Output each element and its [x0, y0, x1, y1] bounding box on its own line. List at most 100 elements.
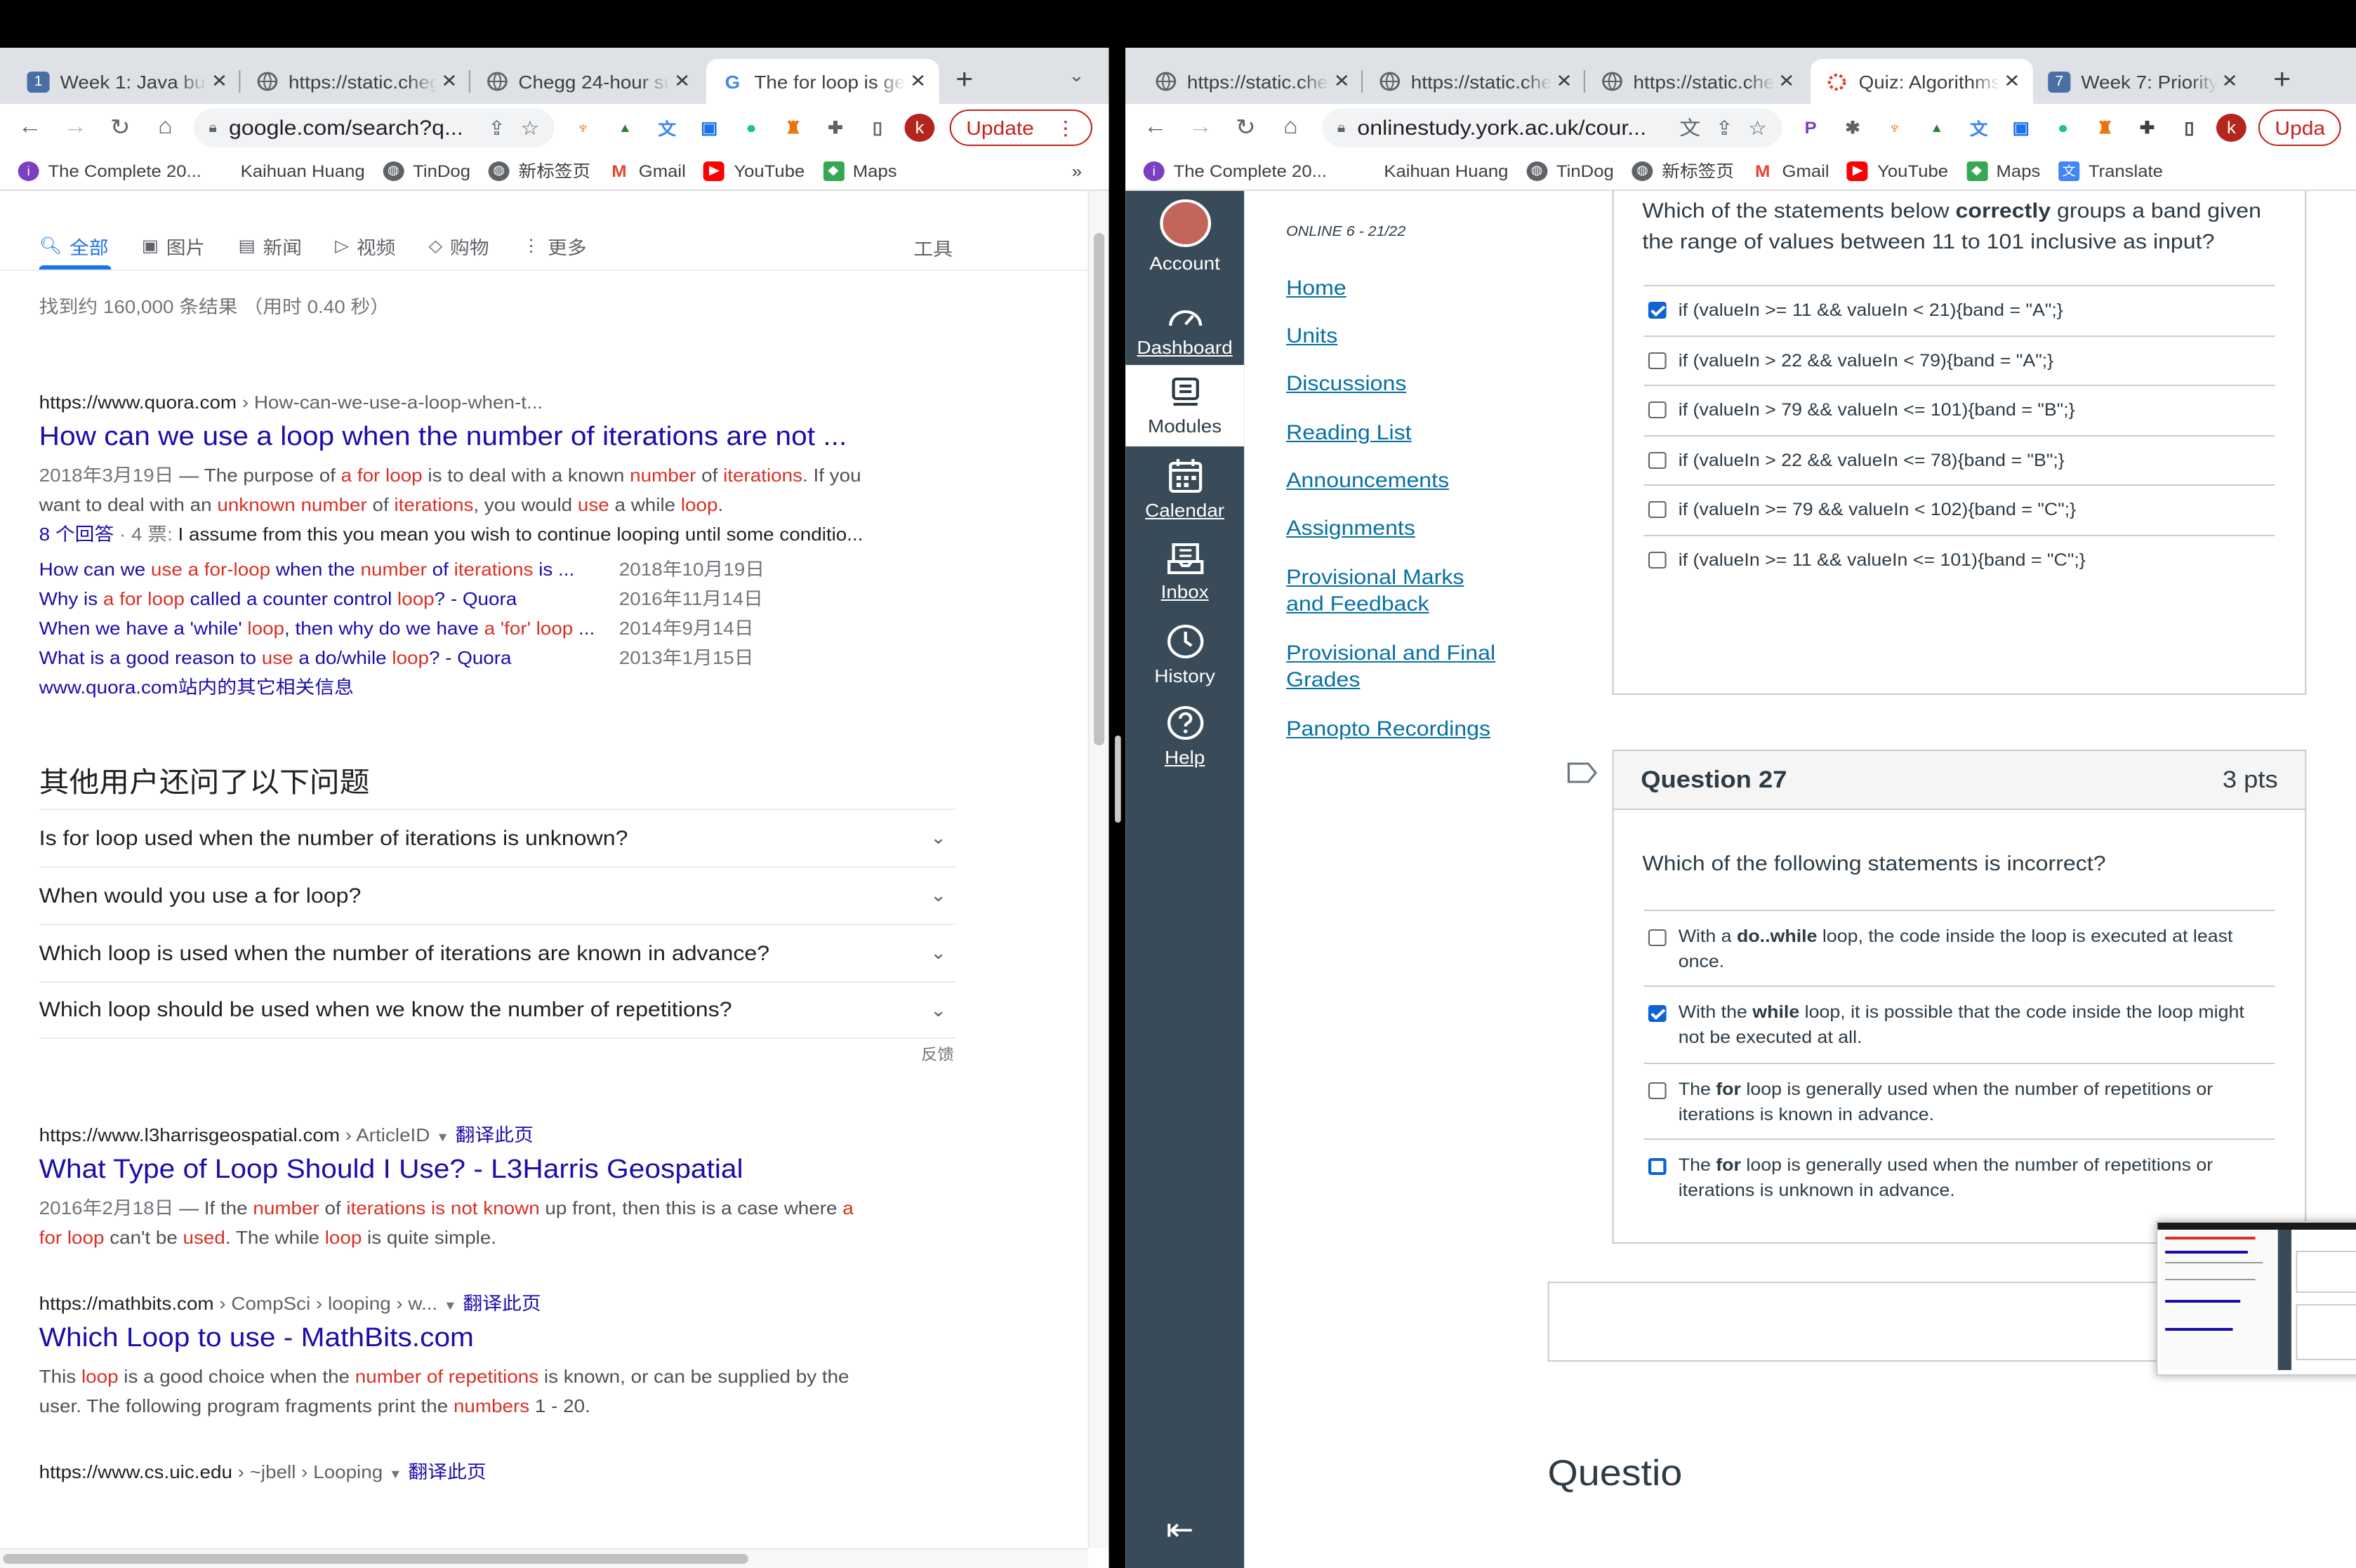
answer-option[interactable]: With the while loop, it is possible that… [1643, 985, 2275, 1062]
bookmark-kaihuan[interactable]: Kaihuan Huang [241, 161, 365, 180]
nav-calendar[interactable]: Calendar [1125, 458, 1244, 521]
tools-button[interactable]: 工具 [913, 234, 953, 261]
share-icon[interactable]: ⇪ [1716, 116, 1733, 140]
answer-option[interactable]: if (valueIn >= 79 && valueIn < 102){band… [1643, 484, 2275, 533]
close-icon[interactable]: ✕ [2000, 70, 2024, 93]
course-link-assignments[interactable]: Assignments [1286, 515, 1415, 542]
tab-news[interactable]: ▤ 新闻 [238, 232, 302, 260]
bookmark-complete[interactable]: i The Complete 20... [18, 161, 201, 180]
bookmark-star-icon[interactable]: ☆ [1748, 116, 1767, 140]
bookmark-tindog[interactable]: ◍ TinDog [383, 161, 470, 180]
answer-option[interactable]: if (valueIn > 79 && valueIn <= 101){band… [1643, 385, 2275, 434]
nav-modules[interactable]: Modules [1125, 365, 1245, 446]
course-link-discussions[interactable]: Discussions [1286, 371, 1406, 397]
result-cite[interactable]: https://www.l3harrisgeospatial.com › Art… [39, 1120, 881, 1148]
tab-google-search[interactable]: G The for loop is ge ✕ [706, 59, 939, 104]
tab-shopping[interactable]: ◇ 购物 [428, 232, 489, 260]
new-tab-icon[interactable]: + [955, 65, 973, 97]
back-icon[interactable]: ← [1133, 115, 1178, 140]
paa-question[interactable]: Which loop should be used when we know t… [39, 981, 956, 1039]
html-extension-icon[interactable]: ▲ [609, 114, 642, 142]
sub-result[interactable]: What is a good reason to use a do/while … [39, 643, 881, 672]
sub-result[interactable]: Why is a for loop called a counter contr… [39, 584, 881, 613]
answer-checkbox[interactable] [1648, 1157, 1667, 1175]
bookmark-star-icon[interactable]: ☆ [520, 116, 539, 140]
translate-extension-icon[interactable]: 文 [1962, 114, 1995, 142]
bookmark-maps[interactable]: ◆ Maps [1966, 161, 2040, 180]
paa-question[interactable]: Which loop is used when the number of it… [39, 924, 956, 981]
address-bar[interactable]: 🔒︎ onlinestudy.york.ac.uk/cour... 文 ⇪ ☆ [1322, 108, 1782, 147]
horizontal-scrollbar[interactable] [0, 1548, 1088, 1568]
bookmark-newtab[interactable]: ◍ 新标签页 [1632, 159, 1734, 182]
result-cite[interactable]: https://www.cs.uic.edu › ~jbell › Loopin… [39, 1457, 487, 1485]
course-link-units[interactable]: Units [1286, 323, 1337, 350]
bookmark-maps[interactable]: ◆ Maps [822, 161, 897, 180]
side-panel-icon[interactable]: ▯ [2173, 114, 2206, 142]
bookmark-complete[interactable]: i The Complete 20... [1143, 161, 1327, 180]
answer-checkbox[interactable] [1648, 501, 1667, 518]
tab-images[interactable]: ▣ 图片 [142, 232, 206, 260]
answer-option[interactable]: With a do..while loop, the code inside t… [1643, 910, 2275, 985]
home-icon[interactable]: ⌂ [1268, 115, 1313, 140]
translate-page-icon[interactable]: 文 [1679, 114, 1700, 142]
translate-link[interactable]: 翻译此页 [456, 1124, 534, 1145]
home-icon[interactable]: ⌂ [143, 115, 187, 140]
tab-static-chegg[interactable]: https://static.chegg ✕ [1585, 59, 1808, 104]
answer-option[interactable]: if (valueIn >= 11 && valueIn <= 101){ban… [1643, 534, 2275, 583]
close-icon[interactable]: ✕ [670, 70, 694, 93]
extension-tree-icon[interactable]: ♆ [567, 114, 600, 142]
tab-static-chegg[interactable]: https://static.chegg ✕ [1139, 59, 1363, 104]
nav-inbox[interactable]: Inbox [1125, 542, 1244, 602]
bug-extension-icon[interactable]: ✱ [1836, 114, 1869, 142]
result-title-link[interactable]: What Type of Loop Should I Use? - L3Harr… [39, 1155, 881, 1193]
more-results-link[interactable]: www.quora.com站内的其它相关信息 [39, 672, 881, 702]
tab-static-chegg[interactable]: https://static.chegg ✕ [1363, 59, 1586, 104]
new-tab-icon[interactable]: + [2273, 65, 2291, 97]
answer-checkbox[interactable] [1648, 401, 1667, 418]
scroll-thumb[interactable] [3, 1554, 748, 1564]
result-cite[interactable]: https://www.quora.com › How-can-we-use-a… [39, 387, 881, 416]
translate-link[interactable]: 翻译此页 [408, 1461, 486, 1482]
kebab-menu-icon[interactable]: ⋮ [1055, 116, 1076, 140]
dropdown-triangle-icon[interactable]: ▼ [389, 1467, 402, 1481]
bookmark-tindog[interactable]: ◍ TinDog [1526, 161, 1614, 180]
p-badge-extension-icon[interactable]: P [1794, 114, 1827, 142]
profile-avatar[interactable]: k [2216, 114, 2246, 142]
bookmark-youtube[interactable]: ▶ YouTube [1847, 161, 1948, 180]
tab-chegg-support[interactable]: Chegg 24-hour sup ✕ [470, 59, 703, 104]
robot-extension-icon[interactable]: ♜ [2089, 114, 2122, 142]
flag-question-icon[interactable] [1567, 762, 1598, 783]
sub-result[interactable]: How can we use a for-loop when the numbe… [39, 554, 881, 584]
bookmark-kaihuan[interactable]: Kaihuan Huang [1384, 161, 1508, 180]
grammarly-icon[interactable]: ● [735, 114, 768, 142]
course-link-home[interactable]: Home [1286, 275, 1346, 302]
extension-tree-icon[interactable]: ♆ [1878, 114, 1911, 142]
close-icon[interactable]: ✕ [906, 70, 930, 93]
answer-checkbox[interactable] [1648, 451, 1667, 468]
back-icon[interactable]: ← [8, 115, 53, 140]
bookmark-translate[interactable]: 文 Translate [2058, 161, 2163, 180]
answer-checkbox[interactable] [1648, 302, 1667, 319]
profile-avatar[interactable]: k [904, 114, 935, 142]
paa-question[interactable]: When would you use a for loop? ⌄ [39, 866, 956, 924]
close-icon[interactable]: ✕ [1552, 70, 1576, 93]
answers-link[interactable]: 8 个回答 [39, 524, 114, 545]
answer-option[interactable]: if (valueIn >= 11 && valueIn < 21){band … [1643, 285, 2275, 334]
answer-checkbox[interactable] [1648, 1082, 1667, 1099]
close-icon[interactable]: ✕ [207, 70, 231, 93]
bookmark-gmail[interactable]: M Gmail [608, 161, 686, 180]
nav-help[interactable]: Help [1125, 705, 1244, 768]
answer-option[interactable]: if (valueIn > 22 && valueIn <= 78){band … [1643, 434, 2275, 484]
robot-extension-icon[interactable]: ♜ [777, 114, 810, 142]
course-link-grades[interactable]: Provisional and Final Grades [1286, 640, 1511, 693]
bookmark-newtab[interactable]: ◍ 新标签页 [488, 159, 590, 182]
course-link-reading-list[interactable]: Reading List [1286, 420, 1411, 446]
tab-quiz-algorithms[interactable]: Quiz: Algorithms ✕ [1811, 59, 2033, 104]
close-icon[interactable]: ✕ [1330, 70, 1354, 93]
vertical-scrollbar[interactable] [1087, 191, 1109, 1548]
tab-all[interactable]: 🔍︎ 全部 [39, 232, 109, 260]
puzzle-badge-icon[interactable]: ▣ [693, 114, 726, 142]
puzzle-badge-icon[interactable]: ▣ [2004, 114, 2037, 142]
tab-week7[interactable]: 7 Week 7: Priority q ✕ [2033, 59, 2251, 104]
result-title-link[interactable]: Which Loop to use - MathBits.com [39, 1324, 881, 1362]
